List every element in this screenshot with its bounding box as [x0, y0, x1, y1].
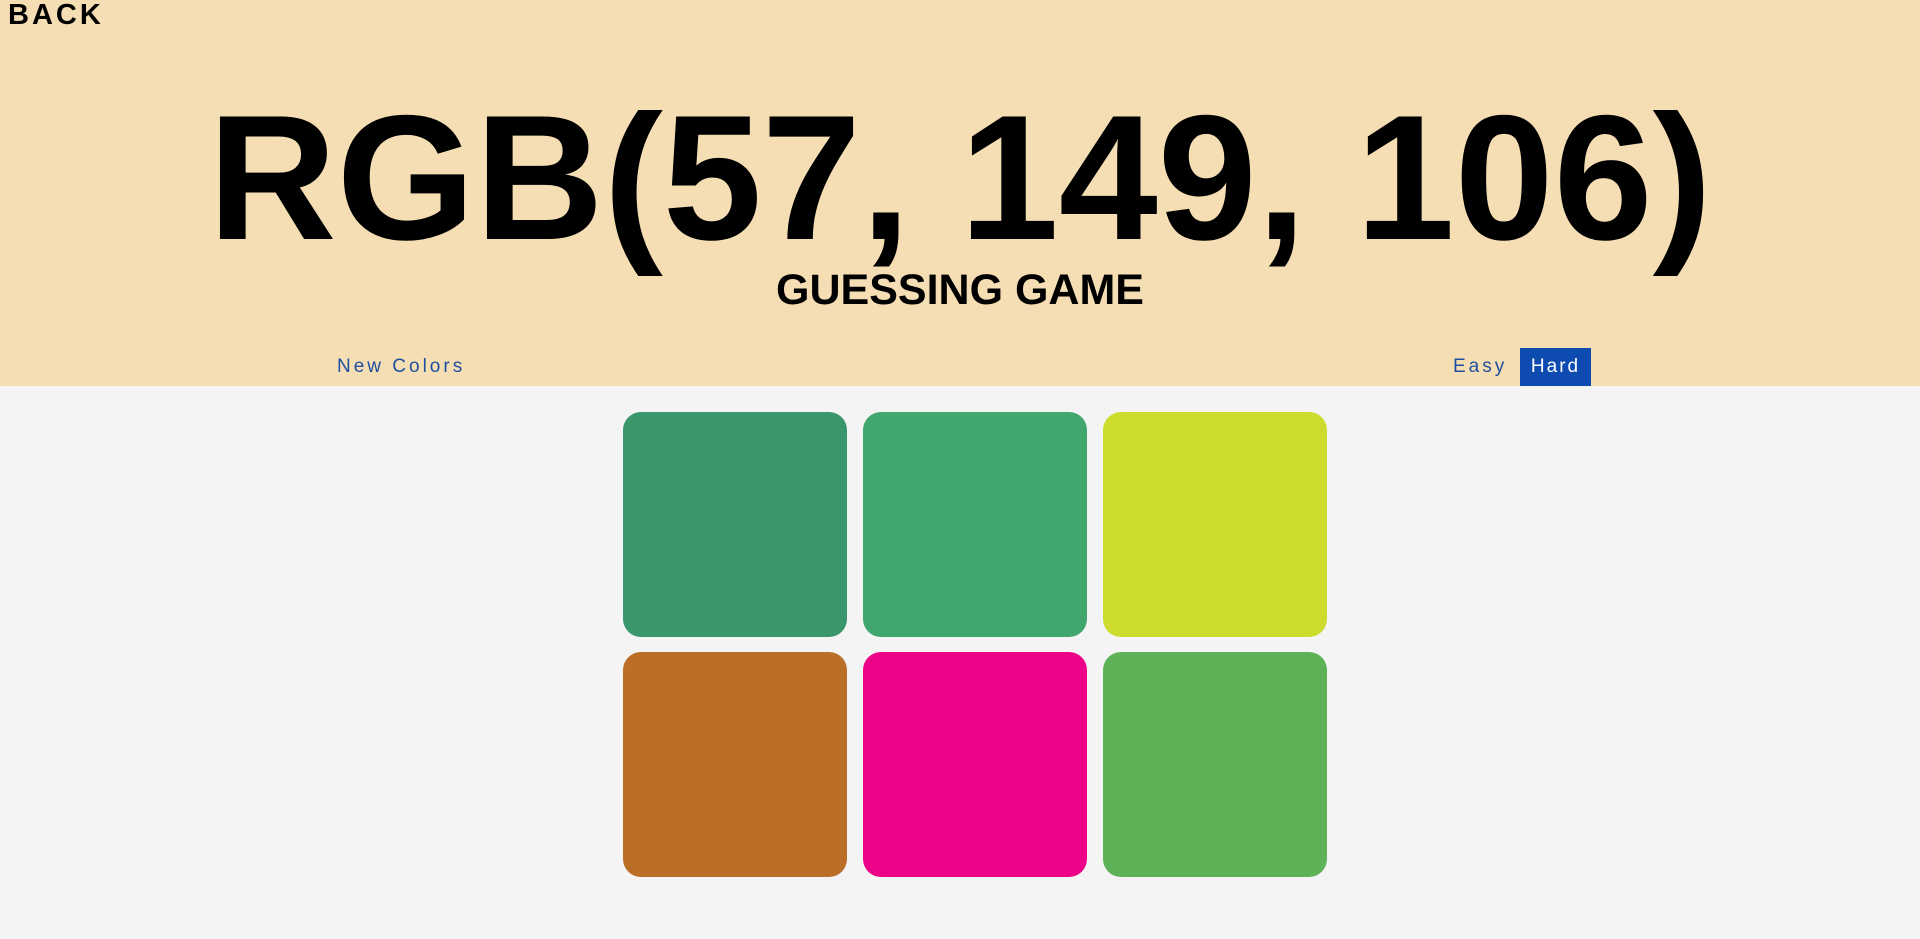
color-square[interactable] [863, 652, 1087, 877]
back-button[interactable]: BACK [8, 0, 104, 30]
color-board [623, 412, 1327, 877]
toolbar: New Colors Easy Hard [0, 348, 1920, 386]
color-square[interactable] [1103, 652, 1327, 877]
color-square[interactable] [1103, 412, 1327, 637]
header: BACK RGB(57, 149, 106) GUESSING GAME New… [0, 0, 1920, 386]
hard-mode-button[interactable]: Hard [1520, 348, 1591, 386]
new-colors-button[interactable]: New Colors [329, 348, 473, 386]
color-square[interactable] [623, 652, 847, 877]
color-square[interactable] [863, 412, 1087, 637]
game-subtitle: GUESSING GAME [776, 266, 1144, 314]
rgb-target-display: RGB(57, 149, 106) [208, 78, 1712, 277]
color-square[interactable] [623, 412, 847, 637]
easy-mode-button[interactable]: Easy [1445, 348, 1515, 386]
